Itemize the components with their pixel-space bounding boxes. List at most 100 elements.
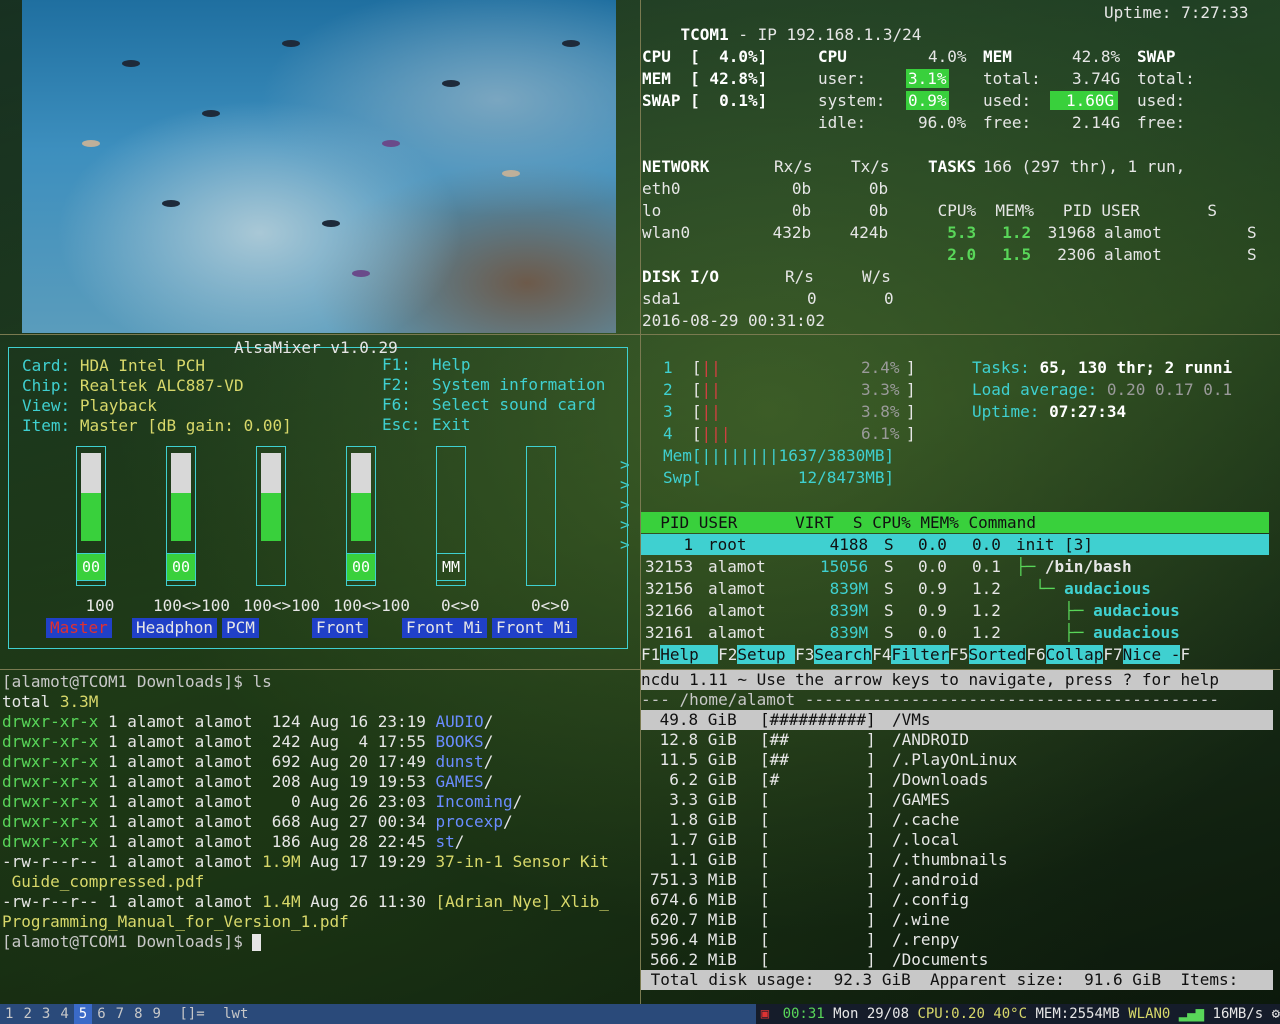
directory-entry[interactable]: /.renpy bbox=[892, 930, 959, 952]
fkey-search-button[interactable]: Search bbox=[814, 645, 873, 664]
bracket: [ bbox=[691, 424, 702, 443]
channel-label[interactable]: Headphon bbox=[132, 618, 218, 638]
file-size: 1.4M bbox=[262, 892, 301, 911]
cpu-user-label: user: bbox=[818, 69, 867, 88]
proc-user: alamot bbox=[1104, 245, 1162, 264]
swap-title: SWAP bbox=[1137, 47, 1176, 66]
fkey-setup-button[interactable]: Setup bbox=[737, 645, 796, 664]
workspace-tag-3[interactable]: 3 bbox=[37, 1004, 55, 1024]
fader-level bbox=[171, 493, 191, 541]
file-owner: 1 alamot alamot bbox=[107, 812, 253, 831]
settings-gear-icon[interactable]: ⚙ bbox=[1272, 1006, 1280, 1022]
channel-label[interactable]: Front Mi bbox=[402, 618, 488, 638]
directory-entry[interactable]: /.android bbox=[892, 870, 979, 892]
htop-column-header[interactable]: PID USER VIRT S CPU% MEM% Command bbox=[641, 512, 1269, 533]
fkey-sorted-button[interactable]: Sorted bbox=[968, 645, 1027, 664]
terminal-pane[interactable]: [alamot@TCOM1 Downloads]$ ls total 3.3M … bbox=[2, 670, 638, 1004]
directory-entry[interactable]: /GAMES bbox=[892, 790, 950, 812]
mute-indicator[interactable]: MM bbox=[436, 553, 466, 581]
directory-name[interactable]: GAMES bbox=[436, 772, 484, 791]
proc-command: ├─ audacious bbox=[1016, 622, 1180, 644]
channel-label[interactable]: PCM bbox=[222, 618, 259, 638]
bracket: ] bbox=[906, 380, 916, 399]
cpu-percent: 3.3% bbox=[861, 380, 900, 399]
scroll-right-icon[interactable]: > bbox=[620, 455, 630, 477]
workspace-tag-7[interactable]: 7 bbox=[111, 1004, 129, 1024]
directory-entry[interactable]: /.PlayOnLinux bbox=[892, 750, 1017, 772]
proc-command: ├─ /bin/bash bbox=[1016, 556, 1132, 578]
scroll-right-icon[interactable]: > bbox=[620, 475, 630, 497]
entry-size: 6.2 GiB bbox=[650, 770, 737, 789]
scroll-right-icon[interactable]: > bbox=[620, 535, 630, 557]
total-label: total bbox=[2, 692, 51, 711]
scroll-right-icon[interactable]: > bbox=[620, 515, 630, 537]
ls-row: drwxr-xr-x 1 alamot alamot 124 Aug 16 23… bbox=[2, 712, 493, 734]
file-perm: drwxr-xr-x bbox=[2, 812, 99, 831]
directory-entry[interactable]: /Documents bbox=[892, 950, 988, 972]
directory-name[interactable]: st bbox=[436, 832, 455, 851]
network-header: NETWORK bbox=[642, 157, 710, 176]
status-temp: 40°C bbox=[993, 1006, 1028, 1022]
scroll-right-icon[interactable]: > bbox=[620, 495, 630, 517]
fkey-collap-button[interactable]: Collap bbox=[1045, 645, 1104, 664]
entry-size: 11.5 GiB bbox=[650, 750, 737, 769]
mem-pct: 42.8% bbox=[1072, 47, 1121, 66]
ls-row: drwxr-xr-x 1 alamot alamot 242 Aug 4 17:… bbox=[2, 732, 493, 754]
volume-fader[interactable] bbox=[256, 446, 286, 586]
video-player[interactable] bbox=[22, 0, 616, 333]
workspace-tag-6[interactable]: 6 bbox=[92, 1004, 110, 1024]
mute-indicator[interactable]: 00 bbox=[346, 553, 376, 581]
cpu-bar: || bbox=[701, 402, 721, 421]
fkey-number: F7 bbox=[1103, 645, 1123, 664]
volume-fader[interactable] bbox=[526, 446, 556, 586]
directory-entry[interactable]: /.thumbnails bbox=[892, 850, 1008, 872]
htop-uptime-value: 07:27:34 bbox=[1049, 402, 1127, 421]
channel-label[interactable]: Master bbox=[46, 618, 112, 638]
proc-mem: 1.2 bbox=[972, 623, 1001, 642]
channel-label[interactable]: Front bbox=[312, 618, 369, 638]
channel-label[interactable]: Front Mi bbox=[492, 618, 578, 638]
workspace-tag-9[interactable]: 9 bbox=[148, 1004, 166, 1024]
directory-entry[interactable]: /.config bbox=[892, 890, 969, 912]
proc-virt: 839M bbox=[820, 579, 869, 598]
item-label: Item: bbox=[22, 416, 71, 435]
directory-name[interactable]: dunst bbox=[436, 752, 484, 771]
mem-title: MEM bbox=[983, 47, 1012, 66]
proc-pid: 32166 bbox=[645, 601, 694, 620]
proc-pid: 31968 bbox=[1038, 223, 1096, 242]
disk-header: DISK I/O bbox=[642, 267, 720, 286]
workspace-tag-2[interactable]: 2 bbox=[18, 1004, 36, 1024]
directory-entry[interactable]: /.cache bbox=[892, 810, 959, 832]
workspace-tag-1[interactable]: 1 bbox=[0, 1004, 18, 1024]
fkey-filter-button[interactable]: Filter bbox=[891, 645, 950, 664]
file-size: 0 bbox=[262, 792, 301, 811]
directory-entry[interactable]: /Downloads bbox=[892, 770, 988, 792]
directory-entry[interactable]: /ANDROID bbox=[892, 730, 969, 752]
dir-suffix: / bbox=[502, 812, 513, 831]
chip-value: Realtek ALC887-VD bbox=[79, 376, 244, 395]
fader-level bbox=[351, 493, 371, 541]
workspace-tag-5[interactable]: 5 bbox=[73, 1004, 93, 1024]
proc-virt: 4188 bbox=[820, 535, 869, 554]
usage-bar: [ ] bbox=[760, 890, 876, 909]
workspace-tag-8[interactable]: 8 bbox=[129, 1004, 147, 1024]
directory-name[interactable]: procexp bbox=[436, 812, 503, 831]
directory-entry[interactable]: /.local bbox=[892, 830, 959, 852]
mute-indicator[interactable]: 00 bbox=[76, 553, 106, 581]
fader-level-high bbox=[81, 453, 101, 493]
channel-volume-value: 0<>0 bbox=[531, 596, 570, 615]
fkey-nice-button[interactable]: Nice - bbox=[1122, 645, 1181, 664]
workspace-tag-4[interactable]: 4 bbox=[55, 1004, 73, 1024]
directory-entry[interactable]: /.wine bbox=[892, 910, 950, 932]
directory-name[interactable]: AUDIO bbox=[436, 712, 484, 731]
mute-indicator[interactable]: 00 bbox=[166, 553, 196, 581]
layout-indicator[interactable]: []= bbox=[174, 1004, 209, 1024]
directory-name[interactable]: Incoming bbox=[436, 792, 513, 811]
entry-size: 1.1 GiB bbox=[650, 850, 737, 869]
cpu-meter: 1 [|| bbox=[663, 357, 721, 379]
cpu-system-label: system: bbox=[818, 91, 886, 110]
directory-name[interactable]: BOOKS bbox=[436, 732, 484, 751]
directory-entry[interactable]: /VMs bbox=[892, 710, 931, 732]
keyboard-layout-flag-icon[interactable]: ▣ bbox=[756, 1004, 774, 1024]
fkey-help-button[interactable]: Help bbox=[660, 645, 719, 664]
